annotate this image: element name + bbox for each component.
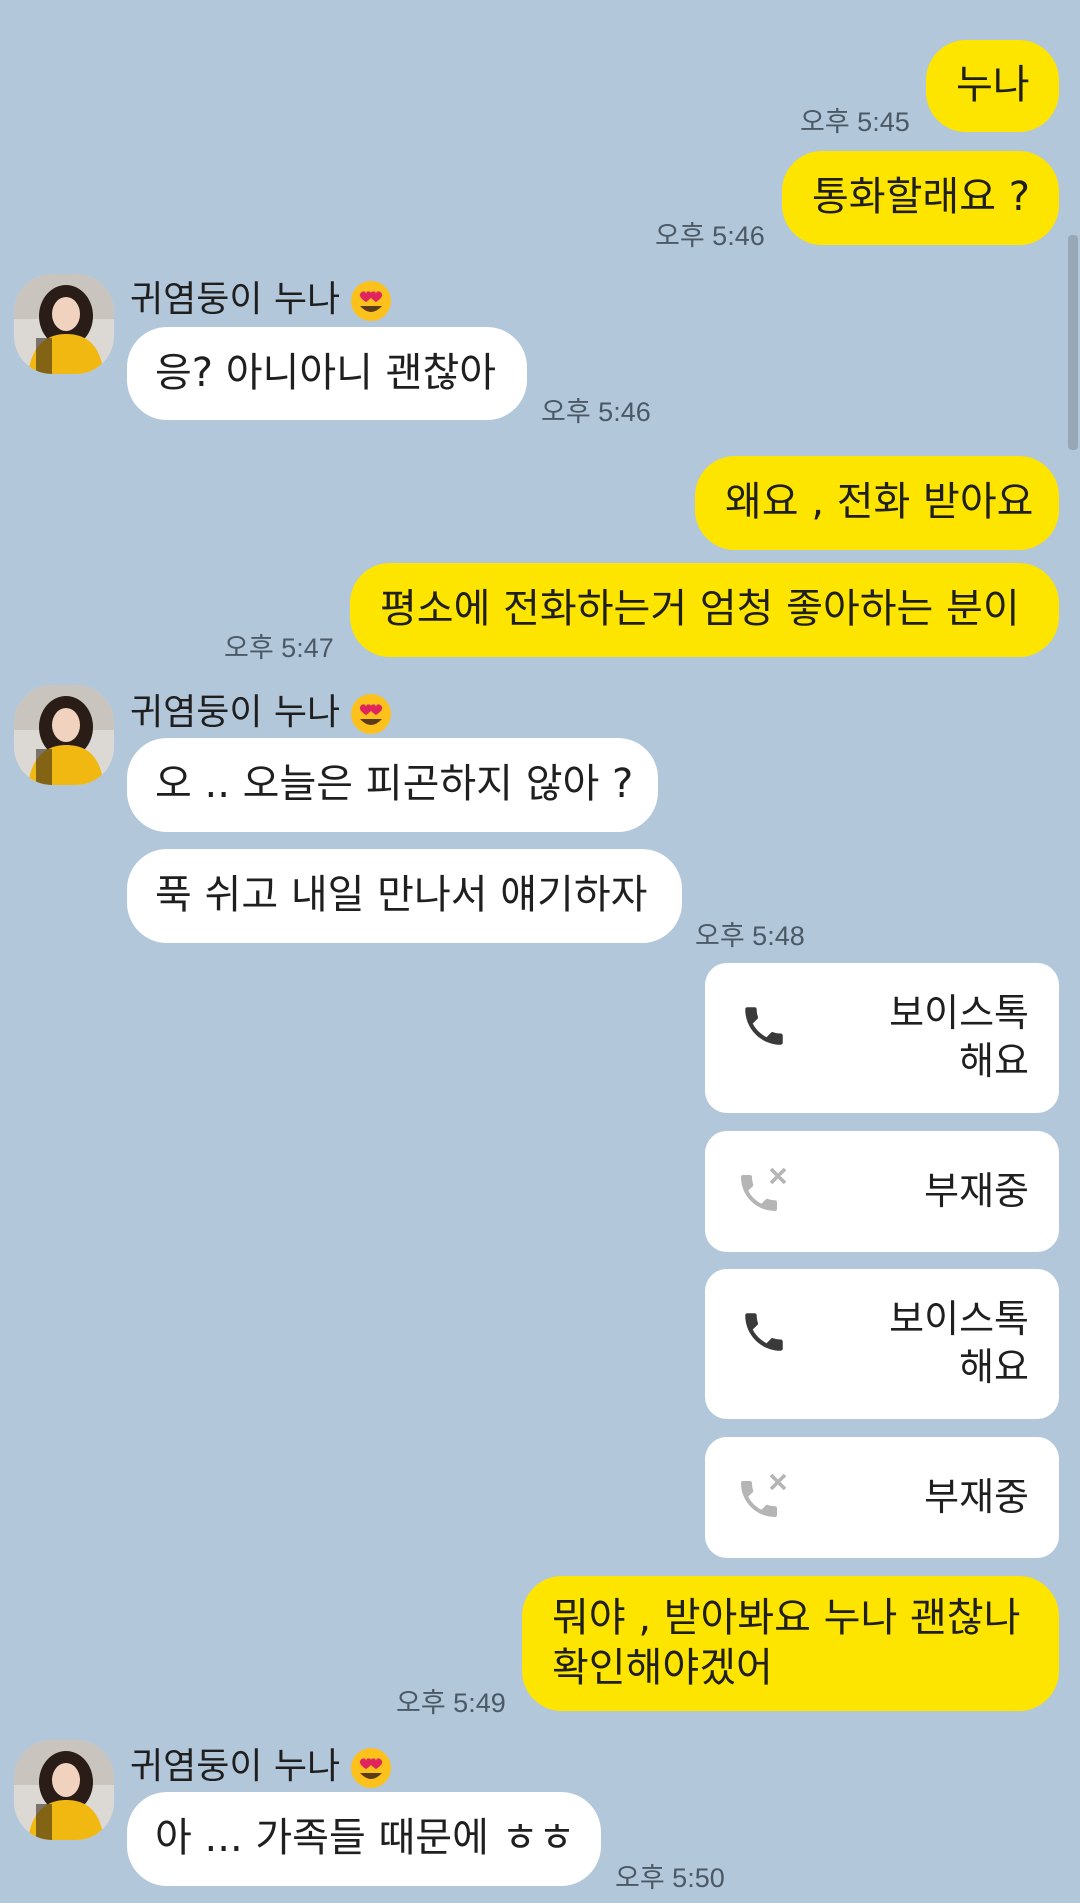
voicetalk-call-card[interactable]: 보이스톡 해요 (705, 1269, 1059, 1419)
contact-name: 귀염둥이 누나 (130, 1737, 392, 1789)
message-text: 오 .. 오늘은 피곤하지 않아 ? (155, 761, 634, 807)
missed-call-card[interactable]: 부재중 (705, 1437, 1059, 1558)
message-text: 응? 아니아니 괜찮아 (155, 350, 497, 396)
message-text: 아 ... 가족들 때문에 ㅎㅎ (155, 1815, 576, 1861)
message-text: 평소에 전화하는거 엄청 좋아하는 분이 (380, 586, 1020, 632)
their-message-bubble[interactable]: 아 ... 가족들 때문에 ㅎㅎ (127, 1792, 601, 1886)
message-time: 오후 5:48 (695, 921, 805, 951)
missed-call-icon (741, 1167, 787, 1211)
message-time: 오후 5:46 (655, 221, 765, 251)
avatar[interactable] (14, 274, 114, 374)
heart-eyes-emoji-icon (351, 281, 392, 321)
call-label: 보이스톡 해요 (889, 991, 1029, 1083)
their-message-bubble[interactable]: 응? 아니아니 괜찮아 (127, 327, 527, 420)
avatar[interactable] (14, 1740, 114, 1840)
message-text: 통화할래요 ? (812, 174, 1030, 220)
avatar[interactable] (14, 685, 114, 785)
message-text: 누나 (956, 62, 1030, 108)
message-text: 푹 쉬고 내일 만나서 얘기하자 (155, 872, 648, 918)
call-label: 보이스톡 해요 (889, 1297, 1029, 1389)
chat-scrollbar[interactable] (1068, 235, 1078, 450)
my-message-bubble[interactable]: 평소에 전화하는거 엄청 좋아하는 분이 (350, 563, 1059, 657)
message-time: 오후 5:46 (541, 397, 651, 427)
message-time: 오후 5:47 (224, 633, 334, 663)
phone-icon (745, 1007, 783, 1045)
contact-name: 귀염둥이 누나 (130, 683, 392, 735)
heart-eyes-emoji-icon (351, 694, 392, 734)
message-time: 오후 5:50 (615, 1863, 725, 1893)
their-message-bubble[interactable]: 푹 쉬고 내일 만나서 얘기하자 (127, 849, 682, 943)
missed-call-card[interactable]: 부재중 (705, 1131, 1059, 1252)
their-message-bubble[interactable]: 오 .. 오늘은 피곤하지 않아 ? (127, 738, 658, 832)
call-label: 부재중 (924, 1169, 1029, 1213)
message-time: 오후 5:45 (800, 107, 910, 137)
my-message-bubble[interactable]: 누나 (926, 40, 1059, 132)
heart-eyes-emoji-icon (351, 1748, 392, 1788)
phone-icon (745, 1313, 783, 1351)
call-label: 부재중 (924, 1475, 1029, 1519)
contact-name: 귀염둥이 누나 (130, 270, 392, 322)
message-text: 뭐야 , 받아봐요 누나 괜찮나 확인해야겠어 (552, 1595, 1021, 1691)
my-message-bubble[interactable]: 뭐야 , 받아봐요 누나 괜찮나 확인해야겠어 (522, 1576, 1059, 1711)
my-message-bubble[interactable]: 통화할래요 ? (782, 151, 1059, 245)
message-time: 오후 5:49 (396, 1688, 506, 1718)
voicetalk-call-card[interactable]: 보이스톡 해요 (705, 963, 1059, 1113)
my-message-bubble[interactable]: 왜요 , 전화 받아요 (695, 456, 1059, 550)
missed-call-icon (741, 1473, 787, 1517)
message-text: 왜요 , 전화 받아요 (725, 479, 1034, 525)
